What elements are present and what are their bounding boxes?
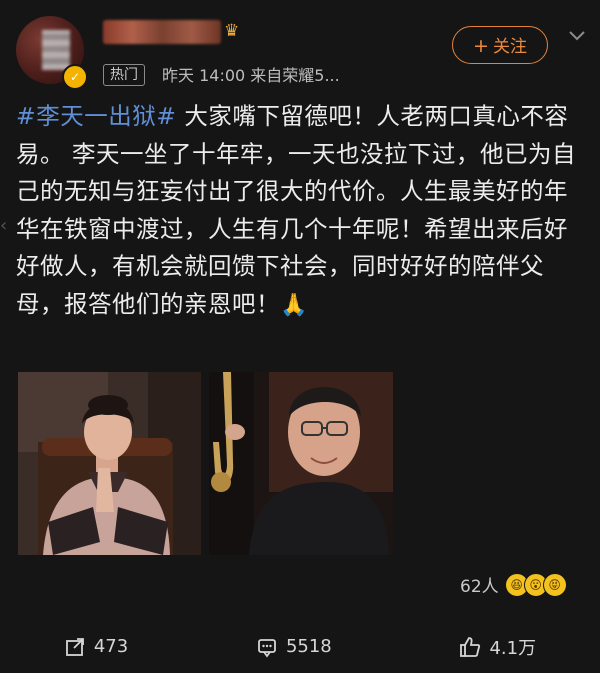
chevron-left-icon: ‹ (0, 215, 8, 236)
photo-woman[interactable] (18, 372, 201, 555)
action-bar: 473 5518 4.1万 (0, 620, 600, 673)
hot-badge: 热门 (103, 64, 145, 86)
share-button[interactable]: 473 (64, 636, 128, 658)
comment-button[interactable]: 5518 (256, 636, 332, 658)
follow-button[interactable]: + 关注 (452, 26, 548, 64)
plus-icon: + (473, 35, 489, 57)
chevron-down-icon[interactable] (566, 24, 588, 46)
photo-man[interactable] (209, 372, 393, 555)
reaction-emojis: 😆 😮 😝 (504, 572, 567, 597)
avatar-blur (42, 30, 70, 70)
photo-woman-art (18, 372, 201, 555)
verified-icon: ✓ (62, 64, 88, 90)
username-redacted[interactable] (103, 20, 221, 44)
like-button[interactable]: 4.1万 (459, 634, 536, 660)
share-icon (65, 637, 84, 656)
hashtag-link[interactable]: #李天一出狱# (16, 102, 176, 130)
post-body: 大家嘴下留德吧！人老两口真心不容易。 李天一坐了十年牢，一天也没拉下过，他已为自… (16, 102, 576, 318)
reaction-count: 62人 (460, 577, 499, 597)
post-meta: 昨天 14:00 来自荣耀5... (162, 66, 340, 85)
thumbs-up-icon (460, 636, 481, 657)
comment-count: 5518 (285, 636, 332, 657)
comment-icon (258, 638, 276, 657)
post-text: #李天一出狱# 大家嘴下留德吧！人老两口真心不容易。 李天一坐了十年牢，一天也没… (16, 98, 588, 325)
post-header: ✓ ♛ 热门 昨天 14:00 来自荣耀5... + 关注 (0, 0, 600, 100)
follow-label: 关注 (492, 37, 527, 57)
like-count: 4.1万 (489, 637, 537, 659)
photo-man-art (209, 372, 393, 555)
pray-icon: 🙏 (280, 292, 308, 318)
reaction-stats[interactable]: 62人 😆 😮 😝 (460, 572, 567, 597)
crown-icon: ♛ (224, 21, 240, 41)
share-count: 473 (93, 636, 129, 657)
tongue-emoji-icon: 😝 (542, 572, 567, 597)
